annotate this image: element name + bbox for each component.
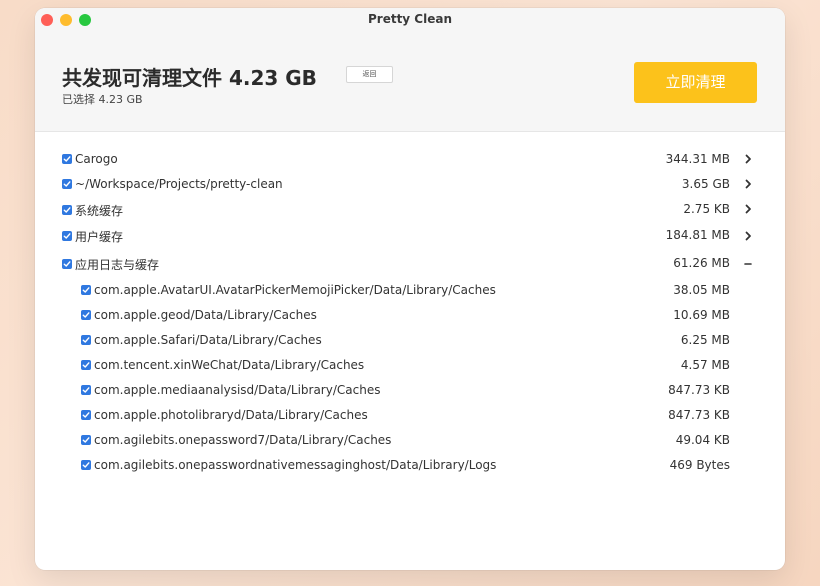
list-subitem[interactable]: com.apple.mediaanalysisd/Data/Library/Ca… <box>81 381 380 399</box>
list-subitem[interactable]: com.apple.AvatarUI.AvatarPickerMemojiPic… <box>81 281 496 299</box>
subitem-size: 38.05 MB <box>673 283 730 297</box>
summary-header: 共发现可清理文件 4.23 GB 返回 已选择 4.23 GB 立即清理 <box>35 32 785 132</box>
checkbox[interactable] <box>81 360 91 370</box>
list-item[interactable]: 应用日志与缓存 <box>62 255 159 273</box>
checkbox[interactable] <box>81 285 91 295</box>
subitem-size: 4.57 MB <box>680 358 730 372</box>
chevron-right-icon[interactable] <box>743 200 753 218</box>
subitem-size: 10.69 MB <box>673 308 730 322</box>
clean-now-button[interactable]: 立即清理 <box>634 62 757 103</box>
list-subitem[interactable]: com.apple.photolibraryd/Data/Library/Cac… <box>81 406 368 424</box>
checkbox[interactable] <box>62 154 72 164</box>
item-label: 用户缓存 <box>75 229 124 244</box>
checkbox[interactable] <box>81 385 91 395</box>
subitem-label: com.agilebits.onepasswordnativemessaging… <box>94 458 497 472</box>
item-label: Carogo <box>75 152 118 166</box>
chevron-right-icon[interactable] <box>743 150 753 168</box>
chevron-right-icon[interactable] <box>743 227 753 245</box>
selected-size-text: 已选择 4.23 GB <box>62 93 143 106</box>
list-item[interactable]: Carogo <box>62 150 118 168</box>
subitem-size: 469 Bytes <box>669 458 730 472</box>
app-window: Pretty Clean 共发现可清理文件 4.23 GB 返回 已选择 4.2… <box>35 8 785 570</box>
checkbox[interactable] <box>81 435 91 445</box>
list-subitem[interactable]: com.apple.Safari/Data/Library/Caches <box>81 331 322 349</box>
checkbox[interactable] <box>81 410 91 420</box>
subitem-label: com.apple.AvatarUI.AvatarPickerMemojiPic… <box>94 283 496 297</box>
collapse-dash-icon[interactable] <box>743 255 753 273</box>
list-subitem[interactable]: com.apple.geod/Data/Library/Caches <box>81 306 317 324</box>
subitem-size: 49.04 KB <box>675 433 730 447</box>
summary-headline: 共发现可清理文件 4.23 GB <box>62 66 317 90</box>
item-label: 应用日志与缓存 <box>75 257 160 272</box>
subitem-label: com.apple.geod/Data/Library/Caches <box>94 308 317 322</box>
checkbox[interactable] <box>62 231 72 241</box>
list-item[interactable]: ~/Workspace/Projects/pretty-clean <box>62 175 283 193</box>
checkbox[interactable] <box>62 205 72 215</box>
subitem-label: com.apple.mediaanalysisd/Data/Library/Ca… <box>94 383 381 397</box>
subitem-label: com.agilebits.onepassword7/Data/Library/… <box>94 433 392 447</box>
list-subitem[interactable]: com.tencent.xinWeChat/Data/Library/Cache… <box>81 356 364 374</box>
window-title: Pretty Clean <box>367 12 453 26</box>
checkbox[interactable] <box>62 259 72 269</box>
chevron-right-icon[interactable] <box>743 175 753 193</box>
title-bar: Pretty Clean <box>35 8 785 32</box>
item-size: 344.31 MB <box>665 152 730 166</box>
subitem-size: 6.25 MB <box>680 333 730 347</box>
list-subitem[interactable]: com.agilebits.onepasswordnativemessaging… <box>81 456 496 474</box>
checkbox[interactable] <box>62 179 72 189</box>
subitem-size: 847.73 KB <box>668 408 730 422</box>
checkbox[interactable] <box>81 335 91 345</box>
subitem-label: com.apple.photolibraryd/Data/Library/Cac… <box>94 408 368 422</box>
subitem-label: com.tencent.xinWeChat/Data/Library/Cache… <box>94 358 365 372</box>
list-subitem[interactable]: com.agilebits.onepassword7/Data/Library/… <box>81 431 391 449</box>
item-size: 61.26 MB <box>673 256 730 270</box>
checkbox[interactable] <box>81 310 91 320</box>
list-item[interactable]: 系统缓存 <box>62 201 123 219</box>
item-label: ~/Workspace/Projects/pretty-clean <box>75 177 283 191</box>
item-size: 3.65 GB <box>681 177 730 191</box>
item-size: 2.75 KB <box>683 202 730 216</box>
item-label: 系统缓存 <box>75 203 124 218</box>
subitem-size: 847.73 KB <box>668 383 730 397</box>
back-button[interactable]: 返回 <box>346 66 393 83</box>
checkbox[interactable] <box>81 460 91 470</box>
subitem-label: com.apple.Safari/Data/Library/Caches <box>94 333 322 347</box>
list-item[interactable]: 用户缓存 <box>62 227 123 245</box>
item-size: 184.81 MB <box>665 228 730 242</box>
